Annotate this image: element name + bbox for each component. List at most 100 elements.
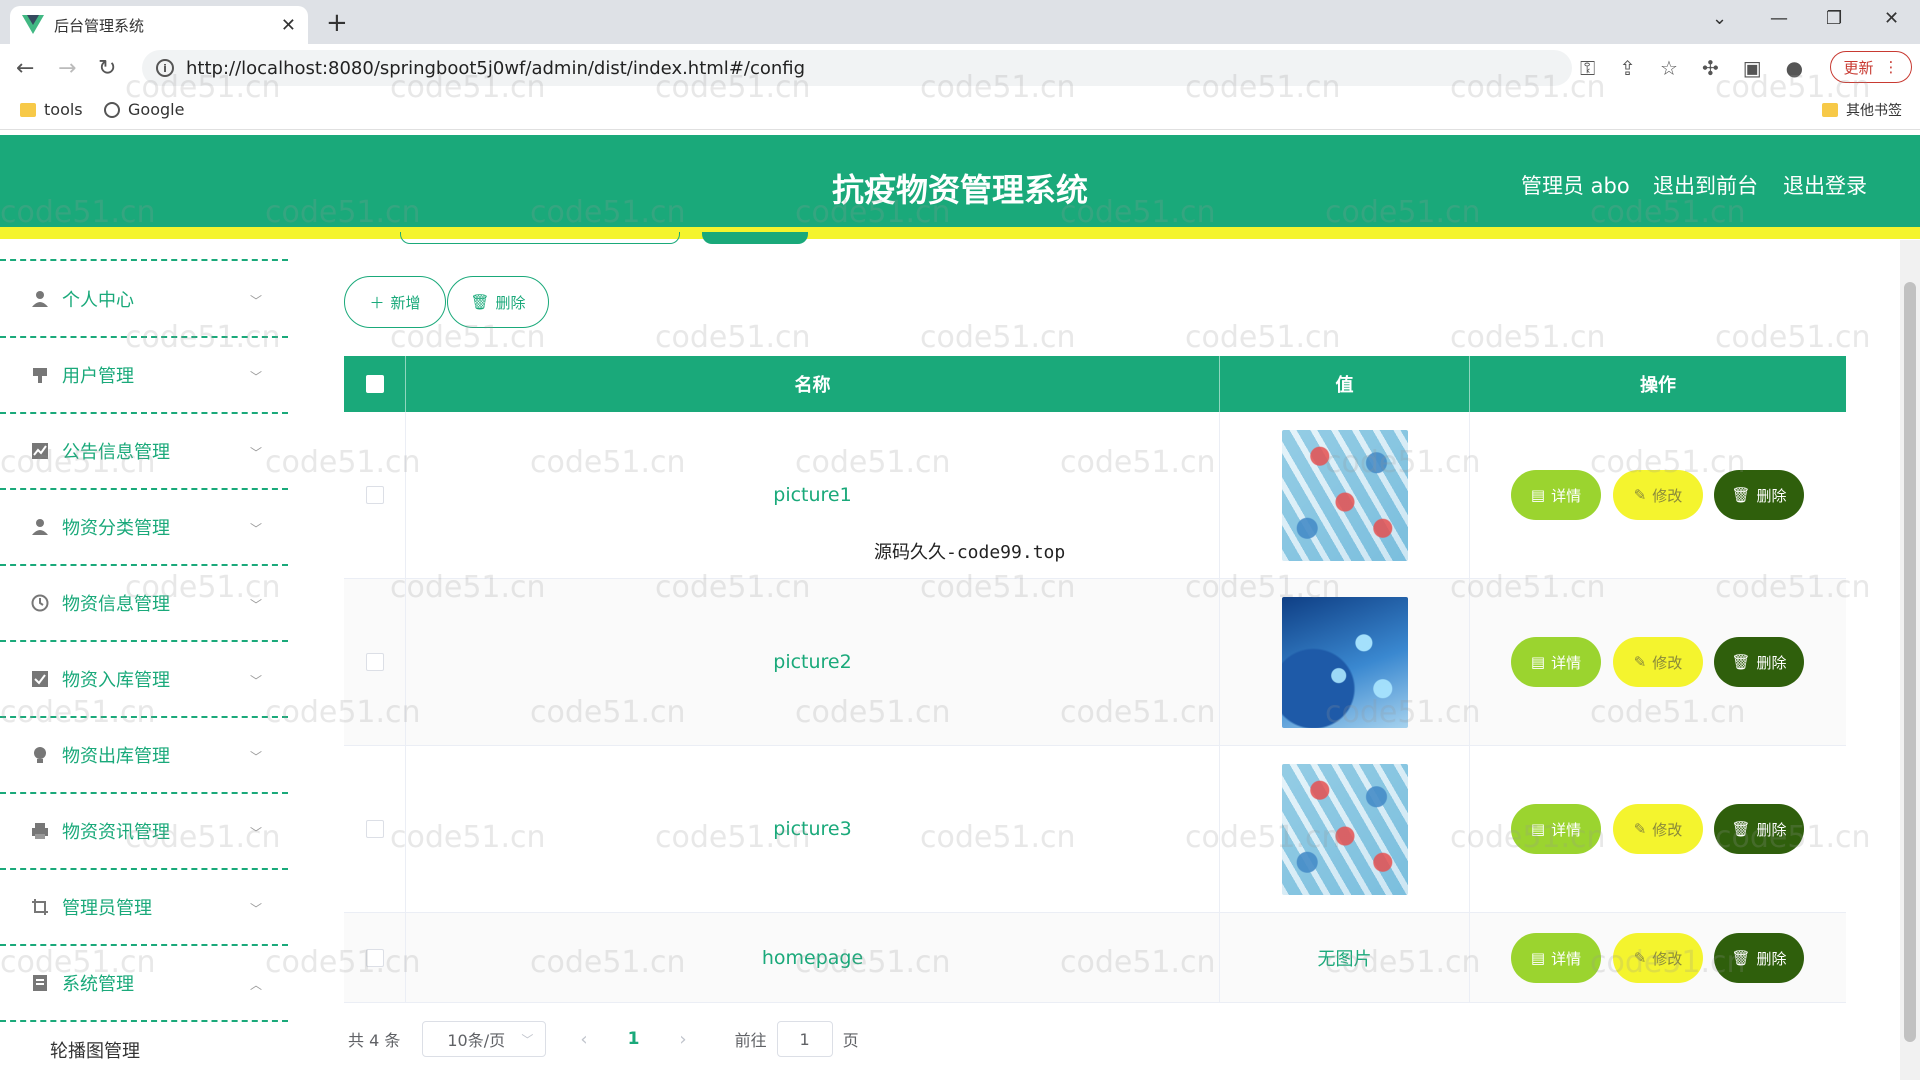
sidebar-item-personal-center[interactable]: 个人中心 ﹀: [0, 262, 288, 338]
sidebar-item-supplies-info[interactable]: 物资信息管理 ﹀: [0, 566, 288, 642]
other-bookmarks-label: 其他书签: [1846, 103, 1902, 119]
row-checkbox[interactable]: [365, 653, 384, 671]
detail-button[interactable]: ▤ 详情: [1511, 470, 1601, 520]
add-button[interactable]: ＋ 新增: [344, 276, 446, 328]
table-row: picture2 ▤ 详情 ✎ 修改 🗑 删除: [344, 579, 1846, 746]
browser-tab[interactable]: 后台管理系统 ✕: [10, 6, 308, 44]
detail-button[interactable]: ▤ 详情: [1511, 804, 1601, 854]
restore-icon[interactable]: ❐: [1826, 8, 1842, 29]
prev-page-icon[interactable]: ‹: [580, 1029, 587, 1050]
crop-icon: [30, 897, 50, 917]
sidebar-subitem-carousel[interactable]: 轮播图管理: [50, 1037, 140, 1063]
delete-button[interactable]: 🗑 删除: [1714, 470, 1804, 520]
delete-button[interactable]: 🗑 删除: [1714, 804, 1804, 854]
medical-icons-image[interactable]: [1281, 429, 1408, 561]
table-header: 名称 值 操作: [344, 356, 1846, 412]
row-name: homepage: [761, 946, 864, 969]
sidebar-item-stock-in[interactable]: 物资入库管理 ﹀: [0, 642, 288, 718]
bookmark-tools[interactable]: tools: [20, 100, 83, 119]
key-icon[interactable]: ⚿: [1580, 56, 1595, 80]
window-close-icon[interactable]: ✕: [1884, 8, 1899, 29]
puzzle-icon[interactable]: ✣: [1702, 56, 1719, 80]
trash-icon: 🗑: [470, 293, 490, 311]
edit-label: 修改: [1652, 653, 1683, 672]
detail-button[interactable]: ▤ 详情: [1511, 637, 1601, 687]
logout-link[interactable]: 退出登录: [1783, 170, 1867, 200]
edit-button[interactable]: ✎ 修改: [1613, 637, 1703, 687]
pencil-icon: ✎: [1633, 486, 1647, 504]
clock-icon: [30, 593, 50, 613]
sidebar-item-system-manage[interactable]: 系统管理 ︿: [0, 946, 288, 1022]
overlay-watermark-text: 源码久久-code99.top: [874, 542, 1066, 563]
page-size-select[interactable]: 10条/页 ﹀: [422, 1021, 547, 1057]
update-label: 更新: [1843, 58, 1874, 77]
detail-label: 详情: [1551, 820, 1582, 839]
sidebar-item-category-manage[interactable]: 物资分类管理 ﹀: [0, 490, 288, 566]
forward-icon[interactable]: →: [58, 56, 76, 81]
sidebar-item-notice-manage[interactable]: 公告信息管理 ﹀: [0, 414, 288, 490]
page-number[interactable]: 1: [628, 1029, 640, 1049]
add-button-label: 新增: [390, 293, 421, 312]
watermark-text: code51.cn: [1450, 320, 1606, 355]
vertical-scrollbar[interactable]: [1900, 240, 1920, 1080]
row-name: picture1: [773, 484, 852, 506]
delete-button[interactable]: 🗑 删除: [1714, 637, 1804, 687]
more-menu-icon[interactable]: ⋮: [1884, 58, 1899, 76]
header-accent-bar: [0, 227, 1920, 239]
bookmark-google[interactable]: Google: [104, 100, 184, 119]
exit-to-front-link[interactable]: 退出到前台: [1653, 170, 1758, 200]
new-tab-icon[interactable]: +: [326, 8, 348, 38]
chevron-down-icon: ﹀: [521, 1032, 534, 1047]
chevron-down-icon: ﹀: [249, 294, 262, 308]
close-tab-icon[interactable]: ✕: [281, 15, 296, 36]
batch-delete-button[interactable]: 🗑 删除: [447, 276, 549, 328]
detail-label: 详情: [1551, 949, 1582, 968]
row-checkbox[interactable]: [365, 820, 384, 838]
delete-button[interactable]: 🗑 删除: [1714, 933, 1804, 983]
detail-button[interactable]: ▤ 详情: [1511, 933, 1601, 983]
edit-button[interactable]: ✎ 修改: [1613, 470, 1703, 520]
edit-button[interactable]: ✎ 修改: [1613, 804, 1703, 854]
user-manage-icon: [30, 365, 50, 385]
share-icon[interactable]: ⇪: [1619, 56, 1636, 80]
doctor-tablet-image[interactable]: [1281, 596, 1408, 728]
update-button[interactable]: 更新 ⋮: [1830, 51, 1912, 83]
goto-page-input[interactable]: [776, 1021, 833, 1057]
name-cell: picture1: [406, 412, 1220, 578]
row-checkbox[interactable]: [365, 948, 384, 967]
trash-icon: 🗑: [1731, 820, 1751, 838]
url-text: http://localhost:8080/springboot5j0wf/ad…: [186, 57, 806, 79]
scrollbar-thumb[interactable]: [1904, 282, 1916, 1042]
chevron-up-icon: ︿: [249, 978, 262, 992]
url-field[interactable]: i http://localhost:8080/springboot5j0wf/…: [142, 50, 1572, 86]
sidebar-item-admin-manage[interactable]: 管理员管理 ﹀: [0, 870, 288, 946]
back-icon[interactable]: ←: [16, 56, 34, 81]
site-info-icon[interactable]: i: [156, 59, 174, 77]
watermark-text: code51.cn: [1185, 320, 1341, 355]
other-bookmarks[interactable]: 其他书签: [1822, 100, 1902, 120]
chevron-down-icon: ﹀: [249, 370, 262, 384]
name-cell: homepage: [406, 913, 1220, 1002]
profile-icon[interactable]: ●: [1786, 56, 1803, 80]
detail-label: 详情: [1551, 486, 1582, 505]
bookmark-label: tools: [44, 100, 83, 119]
star-icon[interactable]: ☆: [1660, 56, 1678, 80]
row-checkbox[interactable]: [365, 486, 384, 504]
column-header-name: 名称: [406, 356, 1220, 412]
sidepanel-icon[interactable]: ▣: [1743, 56, 1762, 80]
next-page-icon[interactable]: ›: [679, 1029, 686, 1050]
sidebar-item-news-manage[interactable]: 物资资讯管理 ﹀: [0, 794, 288, 870]
edit-button[interactable]: ✎ 修改: [1613, 933, 1703, 983]
medical-icons-image[interactable]: [1281, 763, 1408, 895]
bulb-icon: [30, 745, 50, 765]
select-all-checkbox[interactable]: [365, 375, 384, 393]
tab-search-icon[interactable]: ⌄: [1712, 8, 1727, 29]
reload-icon[interactable]: ↻: [98, 56, 116, 81]
row-select-cell: [344, 746, 406, 912]
globe-icon: [104, 101, 120, 118]
delete-label: 删除: [1756, 653, 1787, 672]
minimize-icon[interactable]: —: [1770, 8, 1788, 29]
sidebar-item-stock-out[interactable]: 物资出库管理 ﹀: [0, 718, 288, 794]
sidebar-item-user-manage[interactable]: 用户管理 ﹀: [0, 338, 288, 414]
table-row: picture1 ▤ 详情 ✎ 修改 🗑 删除: [344, 412, 1846, 579]
